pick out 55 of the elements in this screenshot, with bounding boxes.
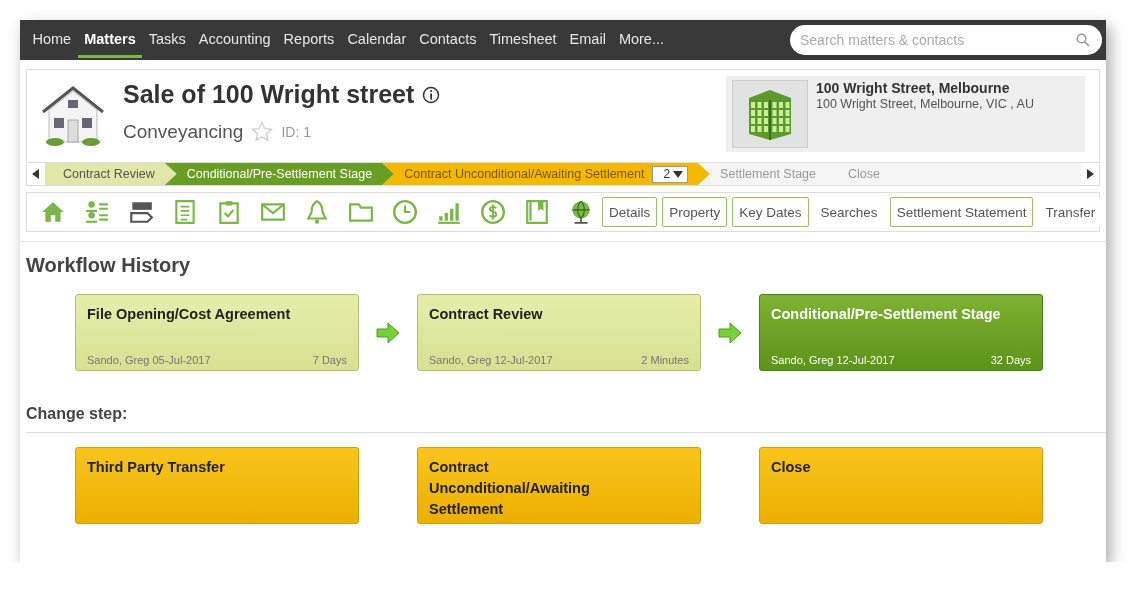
scroll-left-button[interactable] [27, 163, 45, 185]
matter-title: Sale of 100 Wright street [123, 80, 415, 109]
change-step-link[interactable]: Contract Unconditional/Awaiting Settlement [417, 447, 701, 524]
matter-type: Conveyancing [123, 121, 244, 143]
section-tab[interactable]: Details [602, 197, 658, 227]
nav-link[interactable]: Timesheet [482, 22, 564, 58]
stage-step[interactable]: Contract Review [45, 163, 177, 185]
step-title: Conditional/Pre-Settlement Stage [771, 305, 1002, 324]
nav-link[interactable]: Accounting [192, 22, 278, 58]
step-author-date: Sando, Greg 12-Jul-2017 [429, 354, 553, 366]
triangle-right-icon [1086, 169, 1094, 179]
dollar-icon[interactable] [480, 199, 506, 225]
nav-link[interactable]: Calendar [340, 22, 413, 58]
nav-link[interactable]: Contacts [412, 22, 483, 58]
arrow-right-icon [718, 321, 742, 344]
matter-id: ID: 1 [281, 124, 311, 140]
triangle-left-icon [32, 169, 40, 179]
step-title: Contract Review [429, 305, 544, 324]
search-field[interactable]: Search matters & contacts [790, 25, 1102, 55]
step-author-date: Sando, Greg 05-Jul-2017 [87, 354, 211, 366]
section-heading: Workflow History [26, 254, 192, 277]
nav-link[interactable]: Email [563, 22, 613, 58]
property-address: 100 Wright Street, Melbourne, VIC , AU [816, 97, 1034, 111]
section-heading: Change step: [26, 405, 1106, 433]
bell-icon[interactable] [304, 199, 330, 225]
clock-icon[interactable] [392, 199, 418, 225]
document-icon[interactable] [172, 199, 198, 225]
tags-icon[interactable] [128, 199, 154, 225]
step-author-date: Sando, Greg 12-Jul-2017 [771, 354, 895, 366]
section-tab[interactable]: Property [662, 197, 728, 227]
nav-link[interactable]: Reports [277, 22, 341, 58]
property-name[interactable]: 100 Wright Street, Melbourne [816, 80, 1034, 96]
info-icon[interactable] [422, 85, 441, 104]
caret-icon [673, 170, 684, 178]
section-tab[interactable]: Settlement Statement [889, 197, 1034, 227]
search-icon [1076, 33, 1090, 47]
clipboard-check-icon[interactable] [216, 199, 242, 225]
change-step-link[interactable]: Close [759, 447, 1043, 524]
contact-list-icon[interactable] [84, 199, 110, 225]
stage-step[interactable]: Contract Unconditional/Awaiting Settlement 2 [382, 163, 711, 185]
bookmark-book-icon[interactable] [524, 199, 550, 225]
nav-link[interactable]: Home [26, 22, 78, 58]
arrow-right-icon [376, 321, 400, 344]
step-duration: 32 Days [990, 354, 1031, 366]
nav-link[interactable]: Tasks [142, 22, 193, 58]
section-tab[interactable]: Key Dates [732, 197, 809, 227]
step-duration: 7 Days [312, 354, 347, 366]
step-title: File Opening/Cost Agreement [87, 305, 292, 324]
nav-link[interactable]: More... [612, 22, 671, 58]
nav-link[interactable]: Matters [77, 22, 143, 58]
scroll-right-button[interactable] [1081, 163, 1099, 185]
star-icon[interactable] [251, 121, 274, 143]
change-step-link[interactable]: Third Party Transfer [75, 447, 359, 524]
stage-count-dropdown[interactable]: 2 [652, 165, 689, 183]
step-duration: 2 Minutes [641, 354, 689, 366]
